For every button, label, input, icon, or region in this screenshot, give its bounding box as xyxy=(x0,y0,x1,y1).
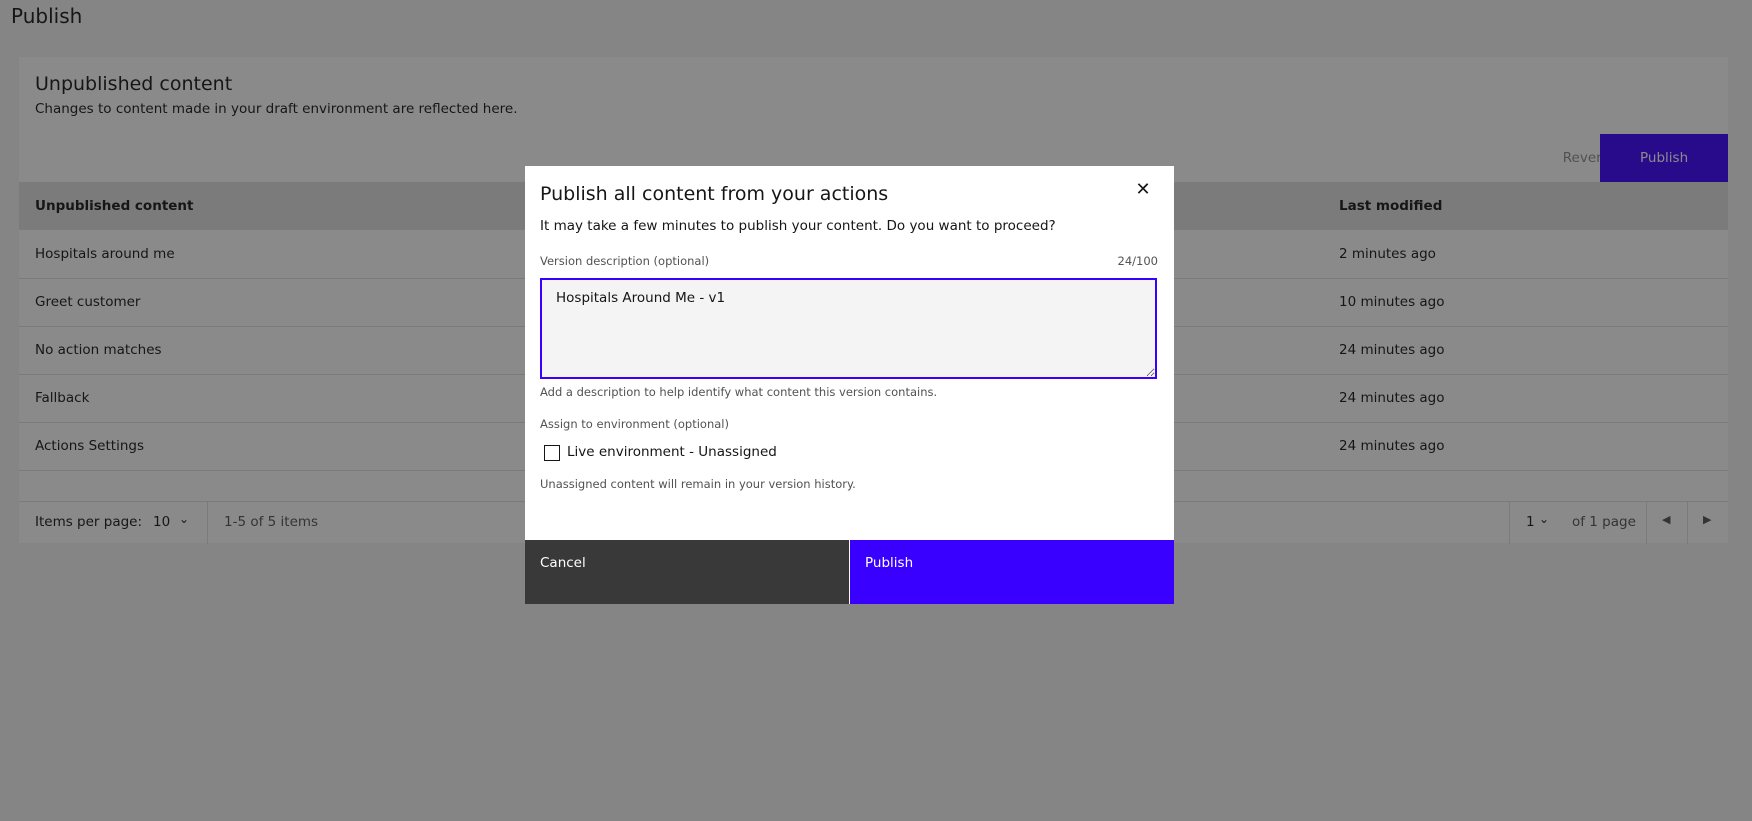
publish-button[interactable]: Publish xyxy=(850,540,1174,604)
environment-helper: Unassigned content will remain in your v… xyxy=(540,477,856,491)
close-icon[interactable]: ✕ xyxy=(1131,178,1155,202)
modal-title: Publish all content from your actions xyxy=(540,183,889,205)
environment-label: Assign to environment (optional) xyxy=(540,417,729,431)
live-environment-label[interactable]: Live environment - Unassigned xyxy=(567,444,777,460)
version-description-label: Version description (optional) xyxy=(540,254,710,268)
live-environment-checkbox[interactable] xyxy=(544,445,560,461)
publish-modal: Publish all content from your actions ✕ … xyxy=(525,166,1174,604)
modal-body: It may take a few minutes to publish you… xyxy=(540,218,1056,234)
version-description-helper: Add a description to help identify what … xyxy=(540,385,938,399)
cancel-button[interactable]: Cancel xyxy=(525,540,849,604)
char-count: 24/100 xyxy=(1117,254,1158,268)
version-description-input[interactable]: Hospitals Around Me - v1 xyxy=(540,278,1157,379)
